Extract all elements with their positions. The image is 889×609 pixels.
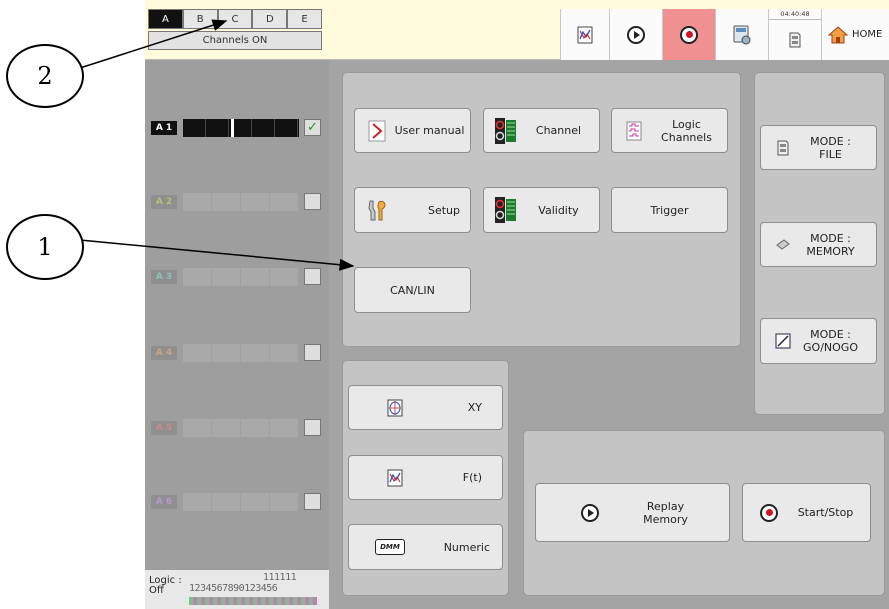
- annotation-arrows: [79, 19, 355, 271]
- callout-1: 1: [6, 214, 84, 280]
- callout-2: 2: [6, 44, 84, 108]
- callout-2-arrow: [79, 19, 228, 69]
- callout-1-arrow: [79, 239, 355, 271]
